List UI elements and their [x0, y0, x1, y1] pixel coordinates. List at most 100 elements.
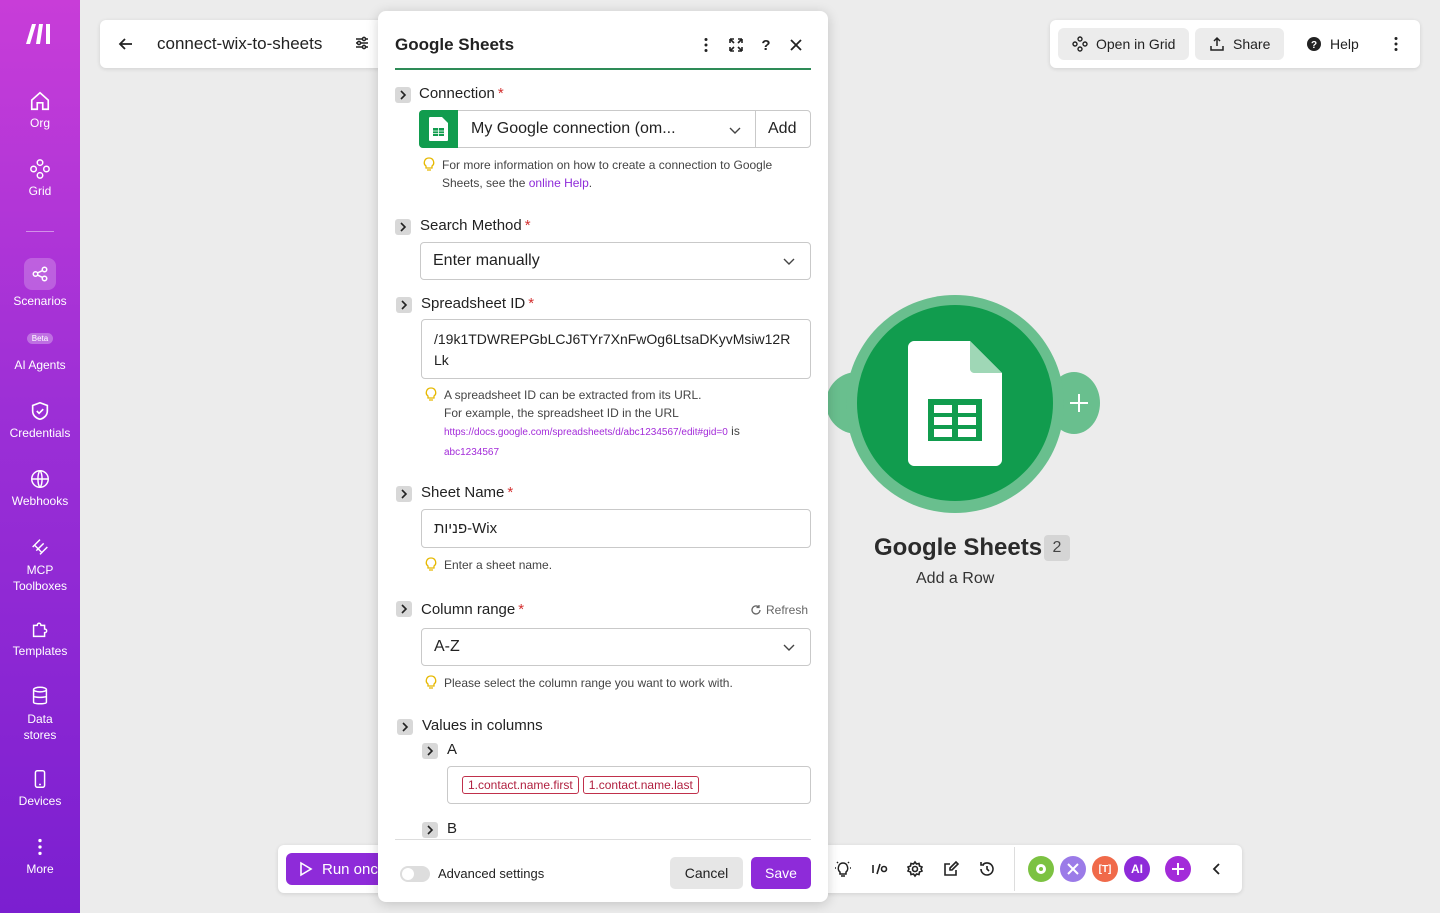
search-method-label: Search Method * — [420, 217, 531, 234]
search-method-select[interactable]: Enter manually — [420, 242, 811, 280]
sidebar-item-templates[interactable]: Templates — [0, 618, 80, 658]
mapped-value-pill[interactable]: 1.contact.name.first — [462, 776, 579, 794]
sidebar-item-label: Credentials — [9, 426, 71, 440]
hint-is-text: is — [727, 424, 740, 438]
close-icon[interactable] — [787, 36, 805, 54]
edit-note-icon[interactable] — [942, 860, 960, 878]
search-method-expander[interactable] — [395, 219, 411, 235]
online-help-link[interactable]: online Help — [529, 176, 589, 190]
values-in-columns-expander[interactable] — [397, 719, 413, 735]
example-url-link[interactable]: https://docs.google.com/spreadsheets/d/a… — [444, 427, 728, 438]
settings-sliders-icon[interactable] — [354, 35, 370, 51]
connection-hint: For more information on how to create a … — [423, 156, 802, 192]
sidebar-item-label: Webhooks — [11, 494, 69, 508]
cancel-button[interactable]: Cancel — [670, 857, 743, 889]
sidebar-item-label: Grid — [28, 184, 52, 198]
sheet-name-expander[interactable] — [396, 486, 412, 502]
sheet-name-hint-text: Enter a sheet name. — [444, 558, 553, 572]
spreadsheet-id-input[interactable]: /19k1TDWREPGbLCJ6TYr7XnFwOg6LtsaDKyvMsiw… — [421, 319, 811, 379]
save-button[interactable]: Save — [751, 857, 811, 889]
advanced-settings-toggle[interactable] — [400, 866, 430, 882]
search-method-label-text: Search Method — [420, 217, 522, 234]
column-range-value: A-Z — [434, 638, 460, 655]
google-sheets-icon — [429, 117, 448, 141]
chevron-down-icon — [783, 258, 795, 265]
lightbulb-icon[interactable] — [834, 860, 852, 878]
column-range-select[interactable]: A-Z — [421, 628, 811, 666]
connection-select[interactable]: My Google connection (om... Add — [419, 110, 811, 148]
sheet-name-input[interactable]: פניות-Wix — [421, 509, 811, 548]
panel-footer-rule — [395, 839, 811, 840]
module-id-badge: 2 — [1044, 535, 1070, 561]
sheets-connection-icon-box — [419, 110, 458, 148]
sheet-name-value: פניות-Wix — [434, 520, 498, 537]
sidebar-item-grid[interactable]: Grid — [0, 158, 80, 198]
mapped-value-pill[interactable]: 1.contact.name.last — [582, 776, 699, 794]
required-marker: * — [507, 484, 514, 501]
help-icon[interactable]: ? — [757, 36, 775, 54]
open-in-grid-button[interactable]: Open in Grid — [1058, 28, 1190, 60]
sidebar-item-webhooks[interactable]: Webhooks — [0, 468, 80, 508]
tools-cross-icon — [1067, 863, 1079, 875]
sidebar-item-label: Data stores — [23, 712, 57, 742]
puzzle-icon — [32, 622, 48, 638]
sidebar-item-label: MCP Toolboxes — [12, 563, 68, 593]
refresh-button[interactable]: Refresh — [750, 603, 808, 617]
advanced-settings-label: Advanced settings — [438, 866, 545, 881]
chevron-right-icon — [402, 722, 409, 732]
beta-badge: Beta — [26, 333, 54, 344]
chevron-down-icon — [729, 127, 741, 134]
scenario-toolbar: [T] AI — [826, 845, 1242, 893]
share-button[interactable]: Share — [1195, 28, 1285, 60]
open-in-grid-label: Open in Grid — [1096, 36, 1176, 52]
add-app-button[interactable] — [1165, 856, 1191, 882]
column-a-input[interactable]: 1.contact.name.first 1.contact.name.last — [447, 766, 811, 804]
tools-app-button[interactable] — [1028, 856, 1054, 882]
scenario-name[interactable]: connect-wix-to-sheets — [157, 34, 322, 54]
sidebar-item-data-stores[interactable]: Data stores — [0, 685, 80, 743]
lightbulb-icon — [423, 157, 435, 171]
sidebar-item-ai-agents[interactable]: Beta AI Agents — [0, 330, 80, 372]
add-module-icon[interactable] — [1066, 390, 1092, 416]
add-connection-button[interactable]: Add — [768, 120, 796, 138]
grid-icon — [30, 159, 50, 179]
column-b-expander[interactable] — [422, 822, 438, 838]
io-icon[interactable] — [870, 860, 888, 878]
sidebar-item-label: Devices — [18, 794, 62, 808]
make-logo-icon[interactable] — [24, 20, 58, 46]
chevron-left-icon[interactable] — [1208, 860, 1226, 878]
share-icon — [1210, 36, 1224, 51]
column-range-expander[interactable] — [396, 601, 412, 617]
connection-expander[interactable] — [395, 87, 411, 103]
help-button[interactable]: ? Help — [1292, 28, 1373, 60]
spreadsheet-id-hint-line1: A spreadsheet ID can be extracted from i… — [444, 388, 702, 402]
svg-text:?: ? — [761, 37, 770, 54]
spreadsheet-id-expander[interactable] — [396, 297, 412, 313]
more-vertical-icon[interactable] — [1387, 35, 1405, 53]
sidebar-item-credentials[interactable]: Credentials — [0, 400, 80, 440]
sidebar-item-label: Templates — [12, 644, 68, 658]
more-vertical-icon[interactable] — [697, 36, 715, 54]
run-once-label: Run once — [322, 860, 387, 878]
expand-icon[interactable] — [727, 36, 745, 54]
spreadsheet-id-label: Spreadsheet ID * — [421, 295, 534, 312]
sidebar-item-org[interactable]: Org — [0, 90, 80, 130]
required-marker: * — [518, 601, 525, 618]
back-arrow-icon[interactable] — [116, 34, 136, 54]
lightbulb-icon — [425, 557, 437, 571]
column-a-expander[interactable] — [422, 743, 438, 759]
history-icon[interactable] — [978, 860, 996, 878]
sidebar-item-more[interactable]: More — [0, 836, 80, 876]
ai-app-button[interactable]: AI — [1124, 856, 1150, 882]
text-parser-button[interactable]: [T] — [1092, 856, 1118, 882]
refresh-label: Refresh — [766, 603, 809, 617]
plus-icon — [1172, 863, 1184, 875]
globe-icon — [31, 470, 49, 489]
gear-icon[interactable] — [906, 860, 924, 878]
sidebar-item-mcp-toolboxes[interactable]: MCP Toolboxes — [0, 536, 80, 594]
more-vertical-icon — [38, 838, 42, 856]
flow-control-button[interactable] — [1060, 856, 1086, 882]
sidebar-item-devices[interactable]: Devices — [0, 768, 80, 808]
column-a-label: A — [447, 741, 458, 758]
sidebar-item-scenarios[interactable]: Scenarios — [0, 258, 80, 308]
